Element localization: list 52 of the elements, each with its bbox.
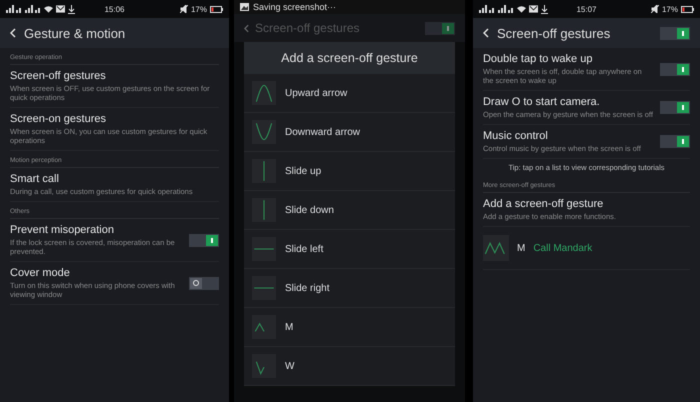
mute-icon — [180, 5, 188, 13]
caret-down-icon — [252, 120, 276, 144]
battery-percentage: 17% — [190, 4, 207, 14]
setting-title[interactable]: Music control — [482, 130, 654, 142]
setting-title[interactable]: Draw O to start camera. — [482, 96, 654, 108]
signal-icon — [6, 5, 22, 13]
setting-title[interactable]: Screen-off gestures — [10, 70, 219, 82]
signal-icon — [25, 5, 41, 13]
setting-title[interactable]: Add a screen-off gesture — [482, 198, 690, 210]
battery-icon — [681, 6, 694, 12]
setting-title[interactable]: Double tap to wake up — [482, 53, 654, 65]
gesture-option[interactable]: Slide up — [244, 152, 455, 191]
gesture-option[interactable]: Slide left — [244, 230, 455, 269]
setting-title[interactable]: Screen-on gestures — [10, 113, 219, 125]
image-icon — [240, 3, 249, 11]
gesture-option[interactable]: M — [244, 308, 455, 347]
toggle-switch[interactable] — [660, 26, 690, 40]
download-icon — [540, 4, 548, 14]
toggle-switch[interactable] — [424, 22, 455, 34]
setting-title[interactable]: Smart call — [10, 173, 219, 185]
status-time: 15:07 — [575, 4, 598, 14]
signal-icon — [498, 5, 514, 13]
toggle-switch[interactable] — [189, 276, 219, 290]
dialog-title: Add a screen-off gesture — [244, 42, 455, 74]
gesture-option[interactable]: Downward arrow — [244, 113, 455, 152]
gesture-option[interactable]: Slide down — [244, 191, 455, 230]
mail-icon — [56, 5, 65, 13]
setting-title[interactable]: Prevent misoperation — [10, 224, 183, 236]
caret-up-icon — [252, 81, 276, 105]
screen-title: Screen-off gestures — [255, 21, 361, 35]
toggle-switch[interactable] — [660, 62, 690, 76]
gesture-letter: M — [516, 242, 526, 254]
battery-icon — [210, 6, 223, 12]
gesture-option[interactable]: W — [244, 347, 455, 386]
battery-percentage: 17% — [662, 4, 678, 14]
notification-text: Saving screenshot··· — [253, 2, 336, 12]
gesture-action[interactable]: Call Mandark — [533, 242, 592, 254]
wifi-icon — [516, 5, 526, 13]
signal-icon — [478, 5, 495, 13]
mail-icon — [528, 5, 538, 13]
wifi-icon — [44, 5, 53, 13]
setting-title[interactable]: Cover mode — [10, 267, 183, 279]
screen-title: Screen-off gestures — [496, 26, 612, 40]
gesture-option[interactable]: Upward arrow — [244, 74, 455, 113]
gesture-option[interactable]: Slide right — [244, 269, 455, 308]
toggle-switch[interactable] — [660, 101, 690, 114]
toggle-switch[interactable] — [189, 234, 219, 246]
screen-title: Gesture & motion — [24, 26, 126, 40]
download-icon — [68, 4, 75, 14]
mute-icon — [650, 5, 659, 13]
toggle-switch[interactable] — [660, 135, 690, 148]
status-time: 15:06 — [103, 4, 126, 14]
